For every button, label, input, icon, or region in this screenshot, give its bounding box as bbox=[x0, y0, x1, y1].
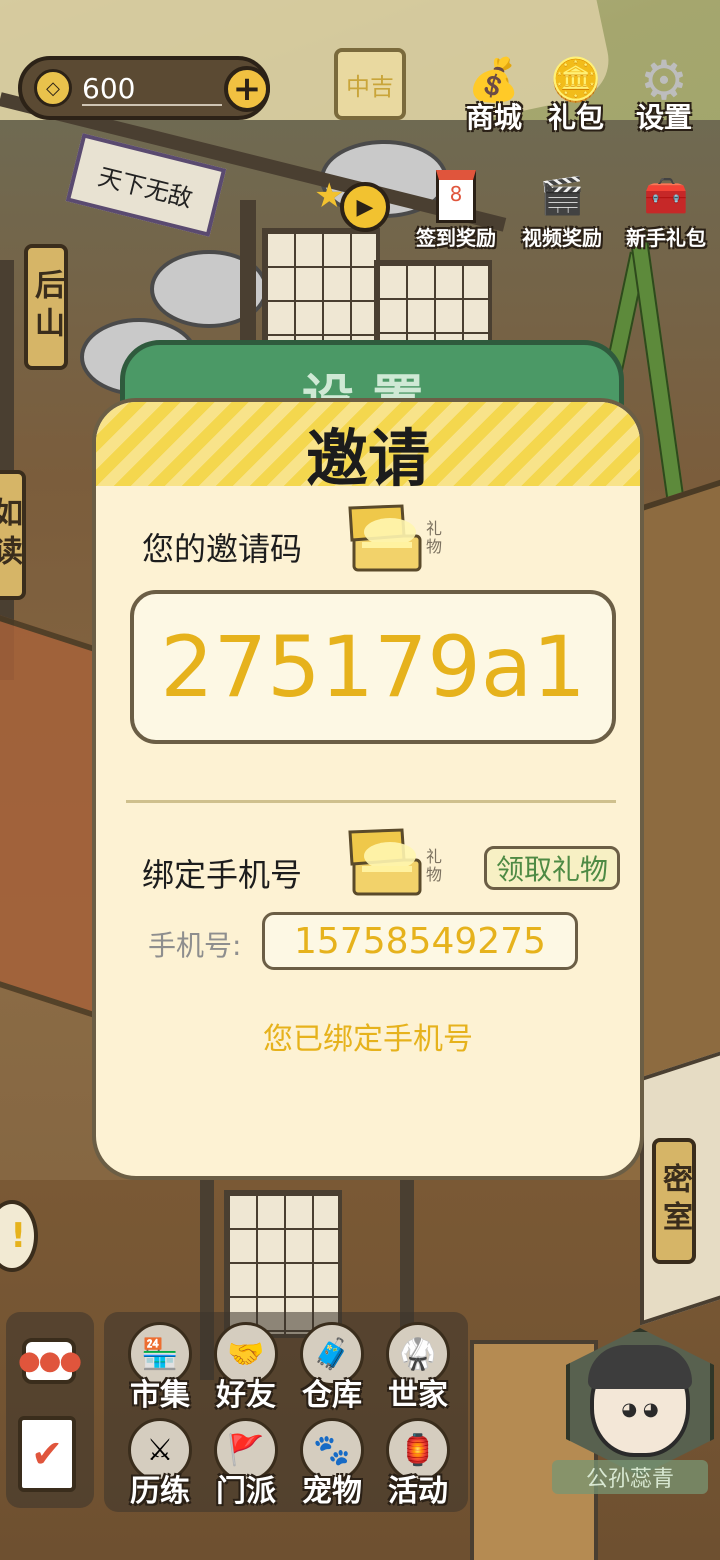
settings-label: 设置 bbox=[635, 101, 692, 134]
newbie-pack-button[interactable]: 🧰 新手礼包 bbox=[616, 170, 716, 251]
menu-label: 仓库 bbox=[302, 1378, 362, 1413]
phone-label: 手机号: bbox=[148, 929, 242, 962]
checkin-reward-button[interactable]: 8 签到奖励 bbox=[406, 169, 506, 251]
menu-training[interactable]: ⚔ 历练 bbox=[116, 1418, 204, 1510]
menu-market[interactable]: 🏪 市集 bbox=[116, 1322, 204, 1414]
chat-button[interactable]: ●●● bbox=[18, 1338, 82, 1384]
calendar-day: 8 bbox=[436, 169, 476, 223]
player-name[interactable]: 公孙蕊青 bbox=[552, 1460, 708, 1494]
checkmark-icon: ✔ bbox=[31, 1432, 63, 1476]
recharge-label: 礼包 bbox=[547, 101, 604, 134]
menu-family[interactable]: 🥋 世家 bbox=[374, 1322, 462, 1414]
phone-bound-message: 您已绑定手机号 bbox=[263, 1022, 473, 1057]
invite-code-display[interactable]: 275179a1 bbox=[130, 590, 616, 744]
invite-code-label: 您的邀请码 bbox=[142, 530, 303, 568]
chat-bubble-icon: ●●● bbox=[17, 1346, 82, 1376]
divider bbox=[126, 800, 616, 803]
phone-number-field[interactable]: 15758549275 bbox=[262, 912, 578, 970]
menu-events[interactable]: 🏮 活动 bbox=[374, 1418, 462, 1510]
menu-label: 市集 bbox=[130, 1378, 190, 1413]
menu-label: 好友 bbox=[216, 1378, 276, 1413]
checkin-reward-label: 签到奖励 bbox=[416, 226, 496, 250]
secret-room-tab[interactable]: 密室 bbox=[652, 1138, 696, 1264]
video-reward-button[interactable]: 🎬 视频奖励 bbox=[512, 170, 612, 251]
currency-bar: ◇ 600 + bbox=[18, 56, 270, 120]
menu-label: 宠物 bbox=[302, 1474, 362, 1509]
play-icon: ▶ bbox=[340, 182, 390, 232]
video-reward-label: 视频奖励 bbox=[522, 226, 602, 250]
star-video-button[interactable]: ★ ▶ bbox=[314, 174, 390, 234]
menu-label: 活动 bbox=[388, 1474, 448, 1509]
menu-label: 历练 bbox=[130, 1474, 190, 1509]
settings-button[interactable]: ⚙ 设置 bbox=[622, 49, 706, 136]
avatar-portrait bbox=[588, 1345, 692, 1457]
fortune-badge[interactable]: 中吉 bbox=[334, 48, 406, 120]
menu-warehouse[interactable]: 🧳 仓库 bbox=[288, 1322, 376, 1414]
invite-dialog: 邀请 您的邀请码 礼物 275179a1 绑定手机号 礼物 领取礼物 手机号: … bbox=[92, 398, 644, 1180]
coin-icon: ◇ bbox=[34, 69, 72, 107]
divider bbox=[82, 104, 222, 106]
claim-gift-button[interactable]: 领取礼物 bbox=[484, 846, 620, 890]
backhill-tab[interactable]: 后山 bbox=[24, 244, 68, 370]
newbie-pack-label: 新手礼包 bbox=[626, 226, 706, 250]
gift-chest-icon[interactable] bbox=[342, 502, 428, 576]
task-button[interactable]: ✔ bbox=[18, 1416, 76, 1492]
menu-friends[interactable]: 🤝 好友 bbox=[202, 1322, 290, 1414]
treasure-chest-icon: 🧰 bbox=[643, 176, 689, 217]
menu-label: 门派 bbox=[216, 1474, 276, 1509]
menu-sect[interactable]: 🚩 门派 bbox=[202, 1418, 290, 1510]
add-coins-button[interactable]: + bbox=[224, 66, 270, 112]
left-partial-tab[interactable]: 如读 bbox=[0, 470, 26, 600]
gift-tag: 礼物 bbox=[426, 519, 443, 556]
recharge-button[interactable]: 🪙 礼包 bbox=[534, 52, 618, 136]
coin-amount: 600 bbox=[82, 72, 136, 105]
menu-pets[interactable]: 🐾 宠物 bbox=[288, 1418, 376, 1510]
menu-label: 世家 bbox=[388, 1378, 448, 1413]
calendar-icon: 8 bbox=[406, 169, 506, 223]
bind-phone-label: 绑定手机号 bbox=[142, 856, 303, 894]
shop-button[interactable]: 💰 商城 bbox=[452, 52, 536, 136]
shop-label: 商城 bbox=[465, 101, 522, 134]
gift-chest-icon[interactable] bbox=[342, 826, 428, 900]
clapperboard-icon: 🎬 bbox=[539, 176, 585, 217]
dialog-title: 邀请 bbox=[305, 422, 430, 495]
gift-tag: 礼物 bbox=[426, 847, 443, 884]
